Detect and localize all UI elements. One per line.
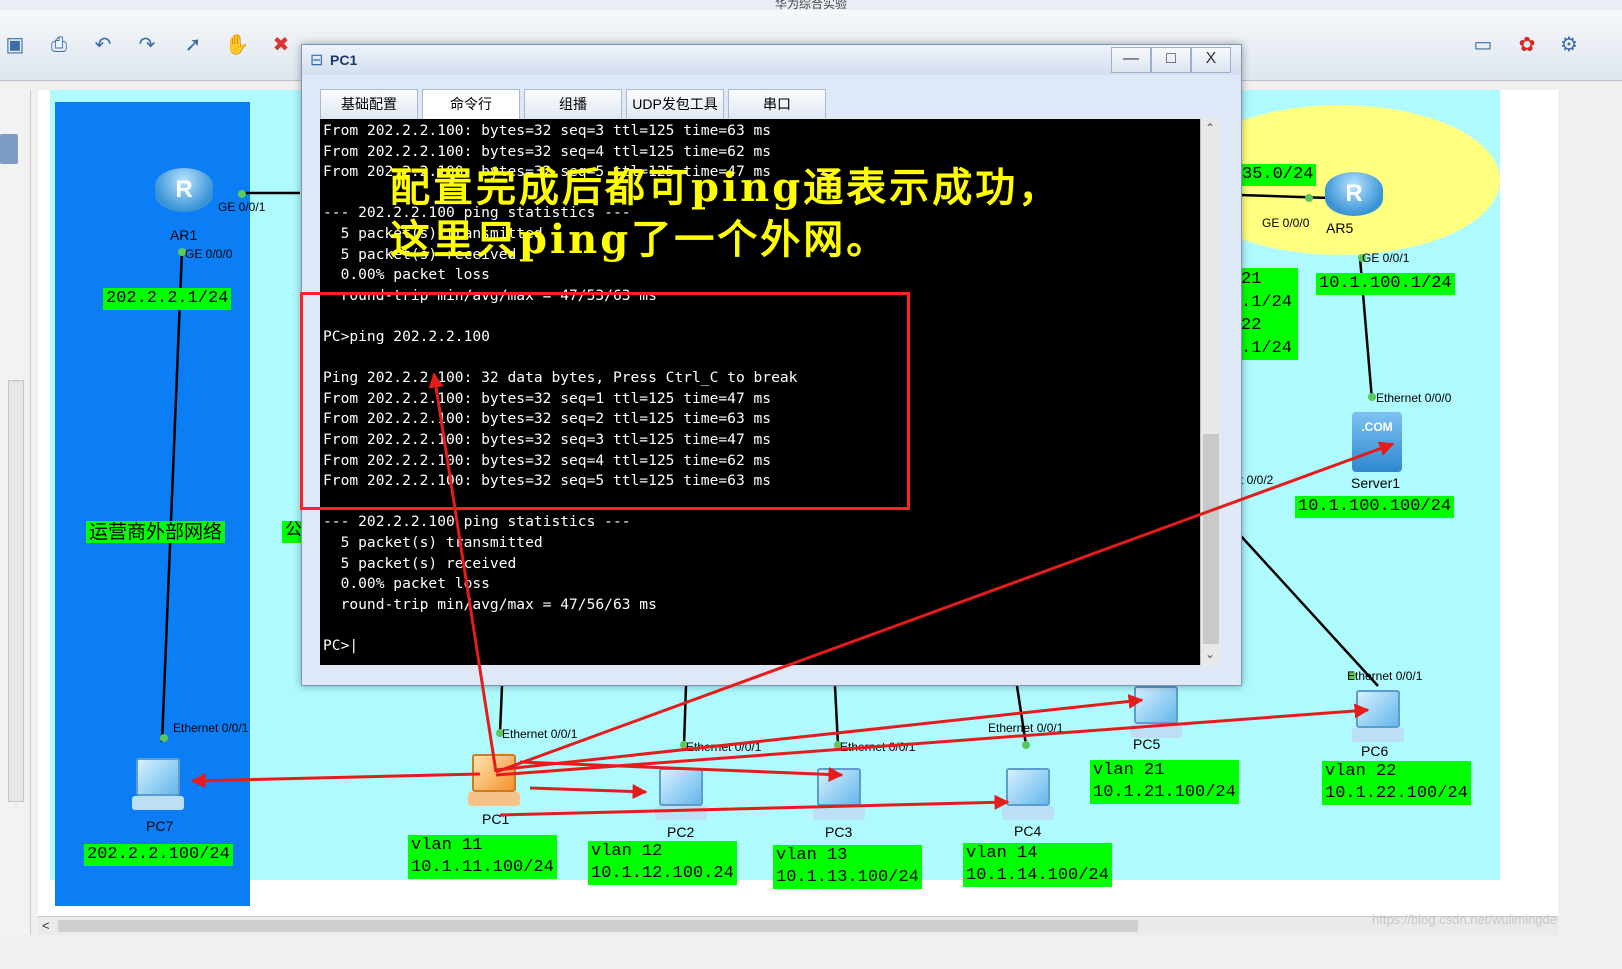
enterprise-network-label-partial: 公 [282,521,302,543]
highlight-box [300,292,910,510]
scroll-down-icon[interactable]: ⌄ [1205,647,1215,661]
window-title: PC1 [330,52,358,68]
tab-multicast[interactable]: 组播 [524,89,622,121]
pc7-ip-label: 202.2.2.100/24 [84,844,233,866]
terminal-line: --- 202.2.2.100 ping statistics --- [323,513,631,531]
server1-name: Server1 [1351,475,1401,491]
ar5-port-ge000: GE 0/0/0 [1262,216,1310,230]
watermark: https://blog.csdn.net/wulimingde [1372,912,1557,927]
pc7-port: Ethernet 0/0/1 [173,721,249,735]
annotation-line-1: 配置完成后都可ping通表示成功， [390,164,1062,211]
ar5-port-ge001: GE 0/0/1 [1362,251,1410,265]
server1-port: Ethernet 0/0/0 [1376,391,1452,405]
ar5-net-label: 35.0/24 [1239,164,1317,186]
pc2-name: PC2 [667,824,695,840]
pc1-name: PC1 [482,811,510,827]
window-titlebar[interactable]: ⊟ PC1 — □ X [302,45,1241,75]
terminal-line: From 202.2.2.100: bytes=32 seq=4 ttl=125… [323,142,772,160]
close-button[interactable]: X [1191,47,1231,73]
annotation-text: 配置完成后都可ping通表示成功， 这里只ping了一个外网。 [390,162,1061,266]
pc6-label: vlan 22 10.1.22.100/24 [1322,761,1471,805]
operator-network-label: 运营商外部网络 [86,521,226,543]
link-pc3 [833,685,840,746]
terminal-line: From 202.2.2.100: bytes=32 seq=3 ttl=125… [323,122,772,139]
server1-icon[interactable]: .COM [1352,412,1402,472]
pc-terminal-icon: ⊟ [310,52,324,69]
pc5-icon[interactable] [1128,680,1184,742]
pc6-name: PC6 [1361,743,1389,759]
link-pc2 [682,685,688,746]
terminal-line: round-trip min/avg/max = 47/56/63 ms [323,595,657,613]
server1-ip-label: 10.1.100.100/24 [1295,496,1455,518]
tab-serial-port[interactable]: 串口 [728,89,826,121]
pc6-icon[interactable] [1350,684,1406,746]
scroll-left-icon[interactable]: < [42,918,50,933]
terminal-line: 5 packet(s) received [323,554,517,572]
tab-basic-config[interactable]: 基础配置 [320,89,418,121]
switch-vlanif-labels: 21 .1/24 22 .1/24 [1238,268,1299,360]
pc5-label: vlan 21 10.1.21.100/24 [1090,760,1239,804]
switch-port-partial: t 0/0/2 [1240,473,1274,487]
link-ar5-left [1239,193,1331,200]
pc2-icon[interactable] [653,762,709,824]
pc1-port: Ethernet 0/0/1 [502,727,578,741]
ar5-name: AR5 [1326,220,1354,236]
pc4-icon[interactable] [1000,762,1056,824]
pc1-icon[interactable] [466,748,522,810]
link-pc6 [1239,534,1379,687]
tab-command-line[interactable]: 命令行 [422,89,520,121]
ar1-port-ge001: GE 0/0/1 [218,200,266,214]
ar5-ip-label: 10.1.100.1/24 [1316,273,1455,295]
pc2-label: vlan 12 10.1.12.100.24 [588,841,737,885]
tab-udp-tool[interactable]: UDP发包工具 [626,89,724,121]
pc7-name: PC7 [146,818,174,834]
pc7-icon[interactable] [130,752,186,814]
router-ar1[interactable]: R [155,168,213,212]
link-pc4 [1015,685,1028,746]
ar1-ip-label: 202.2.2.1/24 [103,288,232,310]
terminal-line: 0.00% packet loss [323,266,490,284]
terminal-line: 5 packet(s) transmitted [323,534,543,551]
pc6-port: Ethernet 0/0/1 [1347,669,1423,683]
pc1-label: vlan 11 10.1.11.100/24 [408,835,557,879]
pc3-port: Ethernet 0/0/1 [840,740,916,754]
annotation-line-2: 这里只ping了一个外网。 [390,216,890,263]
pc3-name: PC3 [825,824,853,840]
link-ar1-pc7 [160,249,184,743]
terminal-line: 0.00% packet loss [323,575,490,593]
pc2-port: Ethernet 0/0/1 [686,740,762,754]
pc3-label: vlan 13 10.1.13.100/24 [773,845,922,889]
terminal-scrollbar[interactable]: ⌃ ⌄ [1200,119,1221,665]
ar1-port-ge000: GE 0/0/0 [185,247,233,261]
terminal-scroll-thumb[interactable] [1203,434,1219,644]
pc5-name: PC5 [1133,736,1161,752]
terminal-line: PC>| [323,637,359,654]
scroll-up-icon[interactable]: ⌃ [1205,121,1215,135]
pc4-label: vlan 14 10.1.14.100/24 [963,843,1112,887]
router-ar5[interactable]: R [1325,172,1383,216]
ar1-name: AR1 [170,227,198,243]
link-pc1 [498,685,504,734]
pc4-name: PC4 [1014,823,1042,839]
pc4-port: Ethernet 0/0/1 [988,721,1064,735]
maximize-button[interactable]: □ [1151,47,1191,73]
minimize-button[interactable]: — [1111,47,1151,73]
pc3-icon[interactable] [811,762,867,824]
scrollbar-thumb[interactable] [58,920,1138,932]
canvas-horizontal-scrollbar[interactable]: < [38,916,1558,935]
